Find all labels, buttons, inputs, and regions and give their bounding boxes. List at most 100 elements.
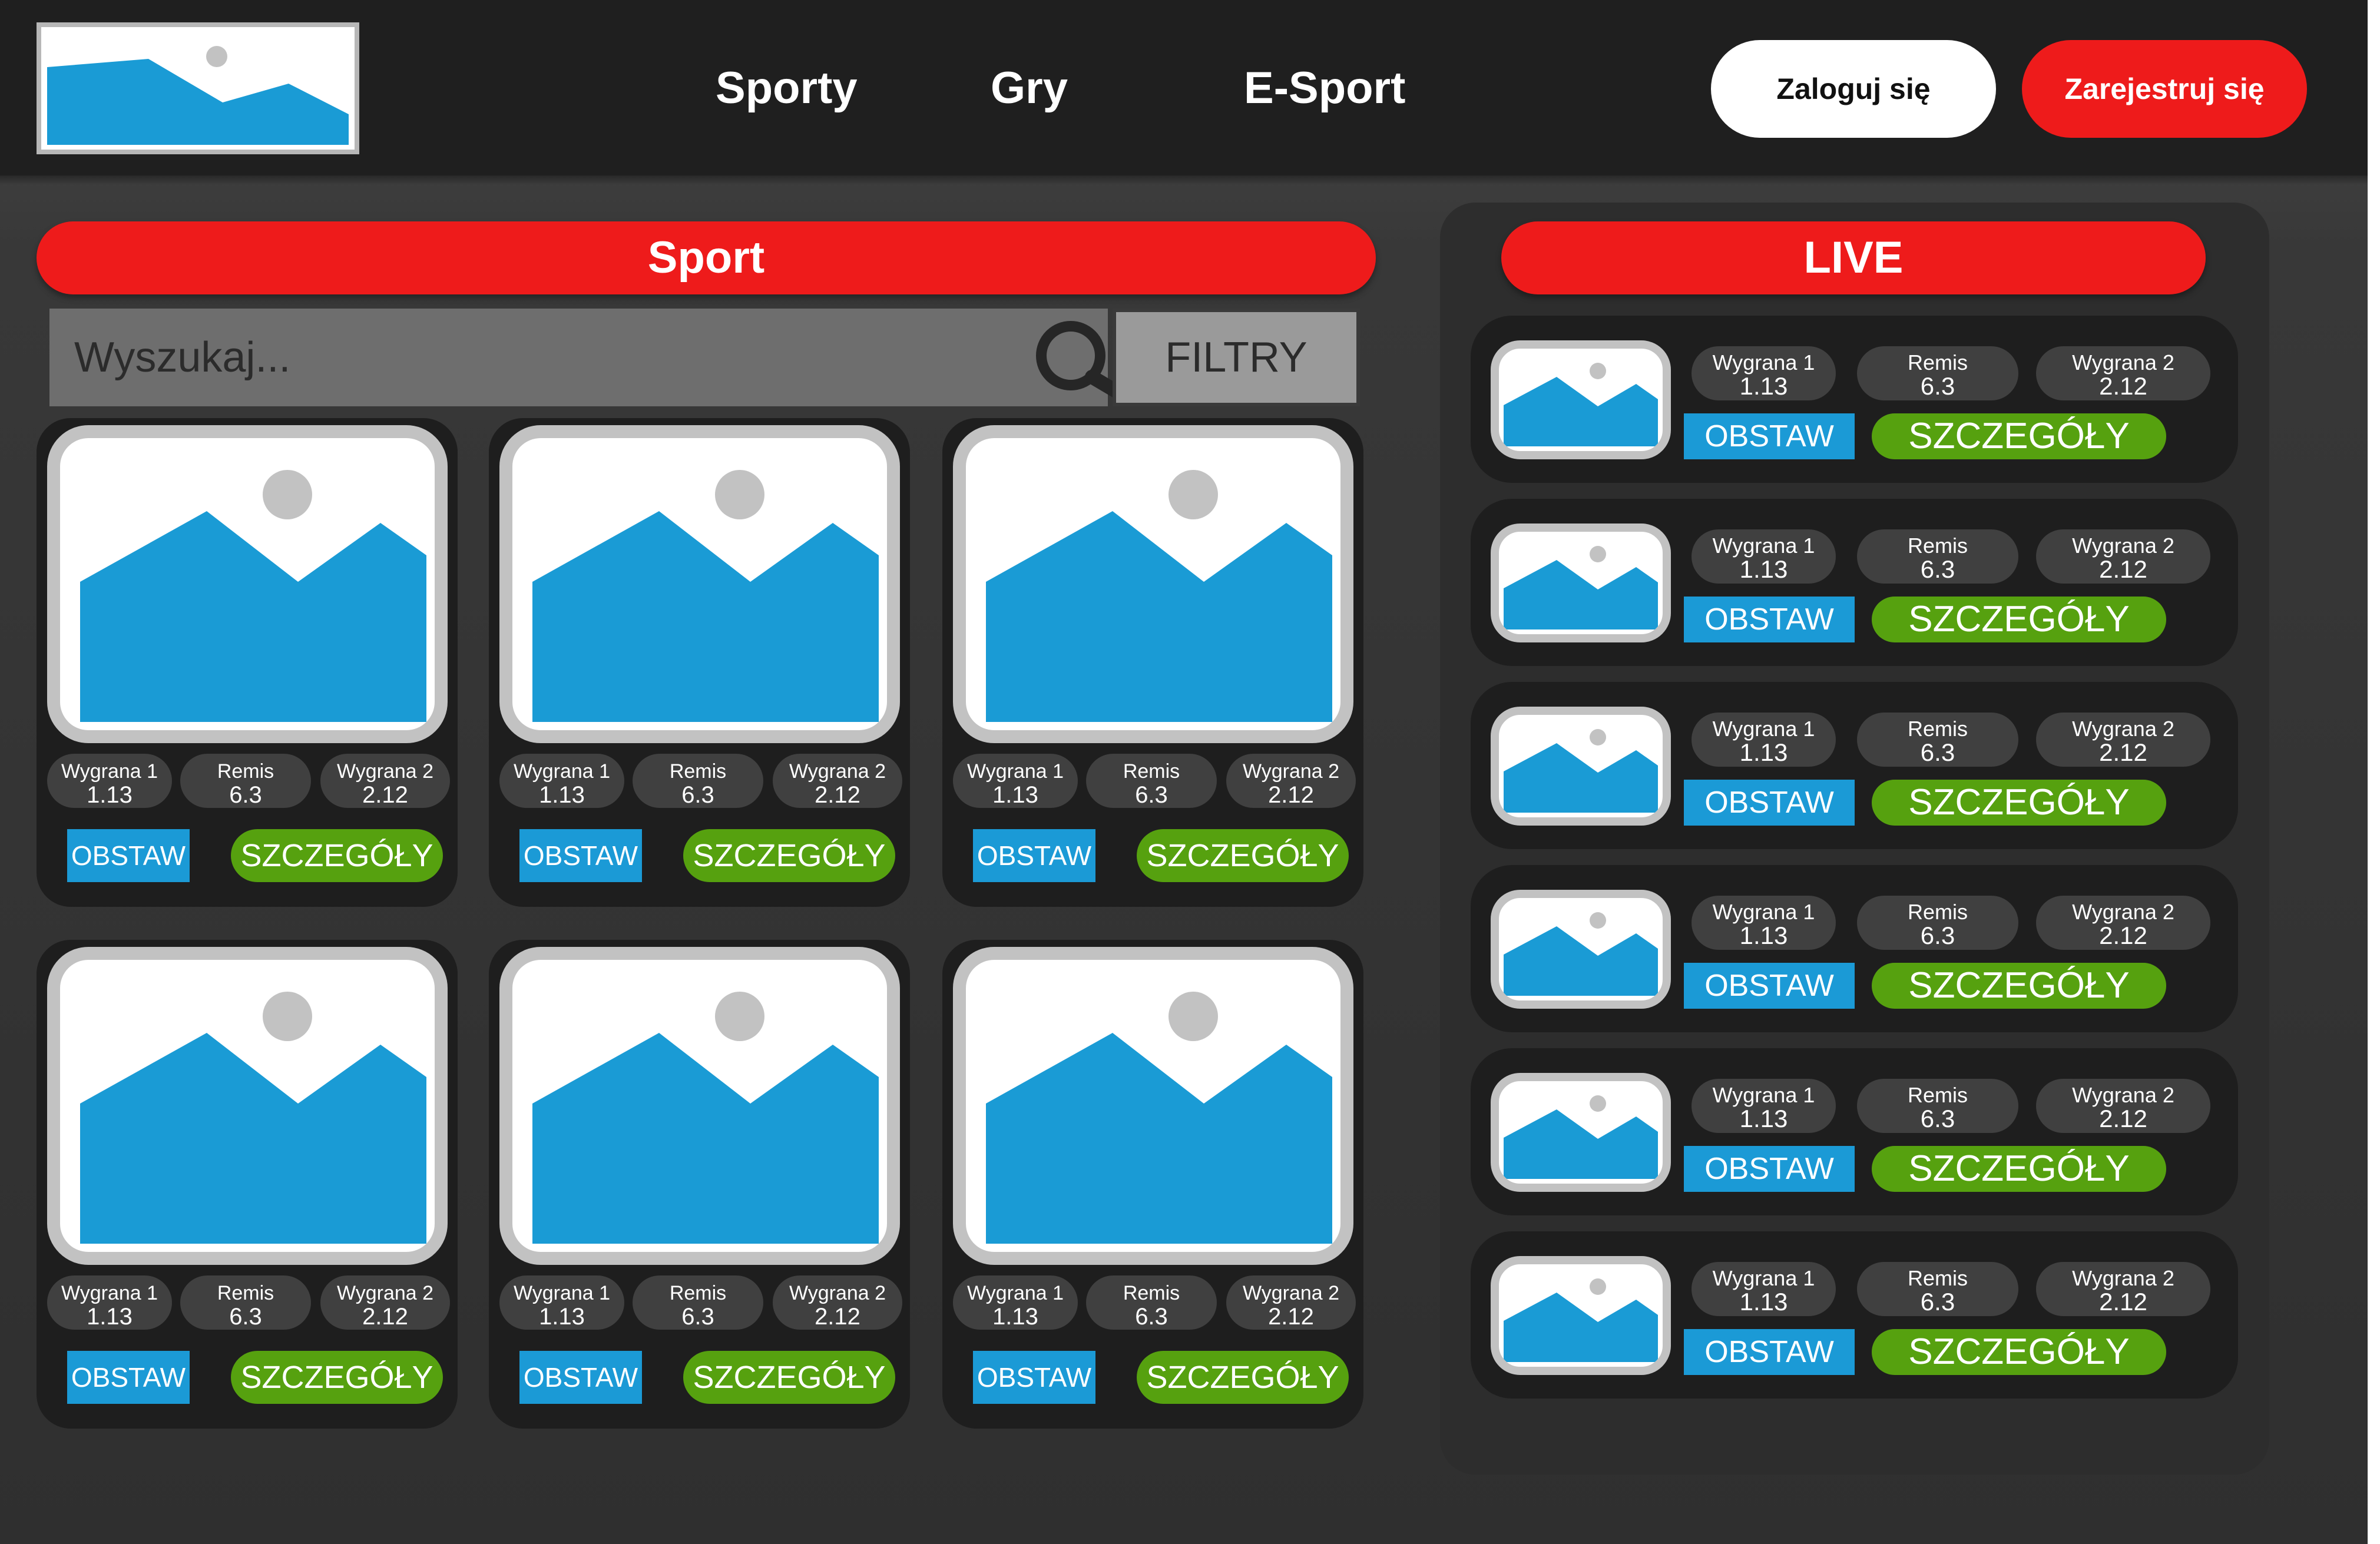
details-button[interactable]: SZCZEGÓŁY <box>1872 780 2166 826</box>
odds-label: Wygrana 1 <box>61 760 158 783</box>
odds-win-1[interactable]: Wygrana 1 1.13 <box>499 754 624 808</box>
event-image[interactable] <box>953 425 1353 743</box>
bet-button[interactable]: OBSTAW <box>1684 780 1855 826</box>
live-event-image[interactable] <box>1491 890 1671 1009</box>
odds-label: Wygrana 1 <box>1712 350 1815 375</box>
odds-win-2[interactable]: Wygrana 2 2.12 <box>773 1275 902 1330</box>
live-event-image[interactable] <box>1491 707 1671 826</box>
details-button[interactable]: SZCZEGÓŁY <box>1137 829 1349 882</box>
odds-label: Remis <box>1907 534 1968 558</box>
bet-button[interactable]: OBSTAW <box>67 1351 190 1404</box>
odds-value: 1.13 <box>1739 738 1788 766</box>
nav-sporty[interactable]: Sporty <box>716 56 858 121</box>
details-button[interactable]: SZCZEGÓŁY <box>1872 597 2166 642</box>
odds-win-2[interactable]: Wygrana 2 2.12 <box>773 754 902 808</box>
odds-label: Wygrana 2 <box>1242 760 1340 783</box>
odds-win-1[interactable]: Wygrana 1 1.13 <box>1692 529 1836 584</box>
details-button[interactable]: SZCZEGÓŁY <box>683 1351 895 1404</box>
odds-win-2[interactable]: Wygrana 2 2.12 <box>2036 1079 2210 1133</box>
bet-button[interactable]: OBSTAW <box>1684 963 1855 1009</box>
bet-button[interactable]: OBSTAW <box>1684 1329 1855 1375</box>
login-button[interactable]: Zaloguj się <box>1711 40 1996 138</box>
event-image[interactable] <box>499 425 900 743</box>
bet-button[interactable]: OBSTAW <box>67 829 190 882</box>
event-image[interactable] <box>953 947 1353 1265</box>
odds-value: 2.12 <box>2099 1105 2147 1132</box>
odds-value: 6.3 <box>1920 1105 1955 1132</box>
image-placeholder-icon <box>986 992 1332 1244</box>
odds-draw[interactable]: Remis 6.3 <box>1857 529 2018 584</box>
odds-win-2[interactable]: Wygrana 2 2.12 <box>320 754 450 808</box>
odds-label: Wygrana 1 <box>513 760 611 783</box>
details-button[interactable]: SZCZEGÓŁY <box>1872 1146 2166 1192</box>
odds-win-1[interactable]: Wygrana 1 1.13 <box>47 754 172 808</box>
event-card: Wygrana 1 1.13 Remis 6.3 Wygrana 2 2.12 OBS… <box>489 418 910 907</box>
odds-win-2[interactable]: Wygrana 2 2.12 <box>2036 1262 2210 1316</box>
odds-draw[interactable]: Remis 6.3 <box>633 754 763 808</box>
odds-win-2[interactable]: Wygrana 2 2.12 <box>2036 529 2210 584</box>
details-button[interactable]: SZCZEGÓŁY <box>1872 1329 2166 1375</box>
bet-button[interactable]: OBSTAW <box>1684 1146 1855 1192</box>
odds-value: 6.3 <box>1135 1304 1168 1330</box>
odds-win-2[interactable]: Wygrana 2 2.12 <box>1226 1275 1356 1330</box>
odds-value: 2.12 <box>2099 555 2147 583</box>
bet-button[interactable]: OBSTAW <box>973 1351 1095 1404</box>
live-event-image[interactable] <box>1491 1073 1671 1192</box>
nav-gry[interactable]: Gry <box>991 56 1068 121</box>
top-header: Sporty Gry E-Sport Zaloguj się Zarejestr… <box>0 0 2368 185</box>
odds-win-1[interactable]: Wygrana 1 1.13 <box>953 1275 1078 1330</box>
odds-draw[interactable]: Remis 6.3 <box>1857 1262 2018 1316</box>
odds-win-1[interactable]: Wygrana 1 1.13 <box>1692 1262 1836 1316</box>
filters-button[interactable]: FILTRY <box>1113 309 1360 406</box>
odds-win-1[interactable]: Wygrana 1 1.13 <box>1692 896 1836 950</box>
odds-win-2[interactable]: Wygrana 2 2.12 <box>2036 346 2210 400</box>
odds-draw[interactable]: Remis 6.3 <box>1857 713 2018 767</box>
live-event-image[interactable] <box>1491 340 1671 459</box>
odds-draw[interactable]: Remis 6.3 <box>1857 1079 2018 1133</box>
odds-label: Wygrana 2 <box>1242 1282 1340 1304</box>
details-button[interactable]: SZCZEGÓŁY <box>231 829 443 882</box>
bet-button[interactable]: OBSTAW <box>1684 413 1855 459</box>
odds-win-1[interactable]: Wygrana 1 1.13 <box>499 1275 624 1330</box>
odds-win-2[interactable]: Wygrana 2 2.12 <box>320 1275 450 1330</box>
odds-win-1[interactable]: Wygrana 1 1.13 <box>1692 1079 1836 1133</box>
app-window: Sporty Gry E-Sport Zaloguj się Zarejestr… <box>0 0 2368 1544</box>
live-event-image[interactable] <box>1491 523 1671 642</box>
details-button[interactable]: SZCZEGÓŁY <box>231 1351 443 1404</box>
event-image[interactable] <box>499 947 900 1265</box>
odds-win-2[interactable]: Wygrana 2 2.12 <box>2036 896 2210 950</box>
odds-win-1[interactable]: Wygrana 1 1.13 <box>1692 713 1836 767</box>
odds-win-1[interactable]: Wygrana 1 1.13 <box>47 1275 172 1330</box>
odds-win-1[interactable]: Wygrana 1 1.13 <box>1692 346 1836 400</box>
odds-win-1[interactable]: Wygrana 1 1.13 <box>953 754 1078 808</box>
bet-button[interactable]: OBSTAW <box>973 829 1095 882</box>
odds-win-2[interactable]: Wygrana 2 2.12 <box>2036 713 2210 767</box>
event-image[interactable] <box>47 425 448 743</box>
search-input[interactable]: Wyszukaj... <box>49 309 1131 406</box>
details-button[interactable]: SZCZEGÓŁY <box>1872 413 2166 459</box>
odds-draw[interactable]: Remis 6.3 <box>1086 1275 1217 1330</box>
odds-value: 1.13 <box>1739 1105 1788 1132</box>
odds-label: Wygrana 1 <box>1712 534 1815 558</box>
logo[interactable] <box>37 22 359 154</box>
bet-button[interactable]: OBSTAW <box>1684 597 1855 642</box>
details-button[interactable]: SZCZEGÓŁY <box>1872 963 2166 1009</box>
odds-draw[interactable]: Remis 6.3 <box>1857 896 2018 950</box>
odds-win-2[interactable]: Wygrana 2 2.12 <box>1226 754 1356 808</box>
bet-button[interactable]: OBSTAW <box>519 1351 642 1404</box>
odds-draw[interactable]: Remis 6.3 <box>1086 754 1217 808</box>
nav-e-sport[interactable]: E-Sport <box>1244 56 1405 121</box>
details-button[interactable]: SZCZEGÓŁY <box>683 829 895 882</box>
bet-button[interactable]: OBSTAW <box>519 829 642 882</box>
live-event-image[interactable] <box>1491 1256 1671 1375</box>
odds-value: 1.13 <box>87 1304 133 1330</box>
odds-draw[interactable]: Remis 6.3 <box>633 1275 763 1330</box>
odds-draw[interactable]: Remis 6.3 <box>180 754 311 808</box>
event-image[interactable] <box>47 947 448 1265</box>
register-button[interactable]: Zarejestruj się <box>2022 40 2307 138</box>
odds-value: 1.13 <box>1739 372 1788 400</box>
odds-draw[interactable]: Remis 6.3 <box>1857 346 2018 400</box>
odds-value: 2.12 <box>2099 372 2147 400</box>
details-button[interactable]: SZCZEGÓŁY <box>1137 1351 1349 1404</box>
odds-draw[interactable]: Remis 6.3 <box>180 1275 311 1330</box>
